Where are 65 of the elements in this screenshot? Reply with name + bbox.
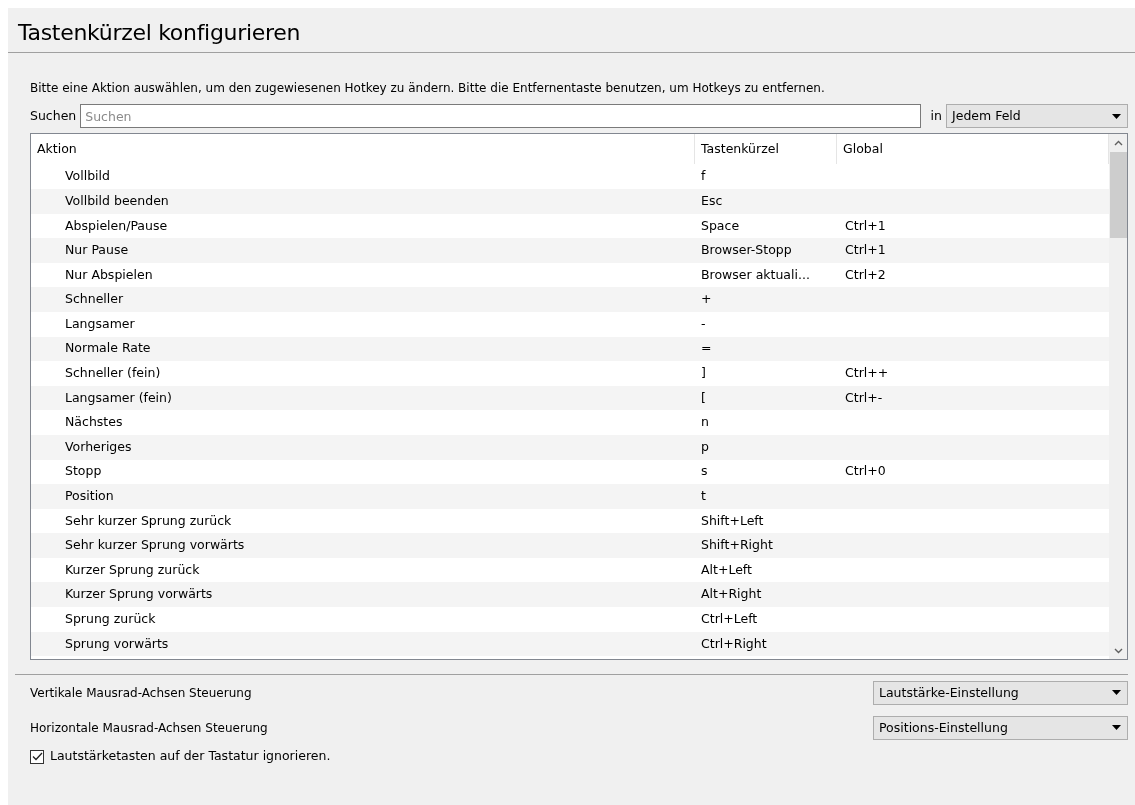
scrollbar[interactable]	[1109, 134, 1127, 660]
table-cell-text: Space	[700, 216, 741, 235]
table-cell-text: Ctrl+1	[844, 241, 887, 260]
table-cell-text: Shift+Right	[700, 536, 774, 555]
table-cell-text: Stopp	[64, 462, 103, 481]
page-title: Tastenkürzel konfigurieren	[8, 8, 1135, 54]
dropdown[interactable]: Jedem Feld	[946, 104, 1128, 129]
table-cell-text: Shift+Left	[700, 511, 765, 530]
table-cell-text: Esc	[700, 191, 724, 210]
table-cell-text: Ctrl+1	[844, 216, 887, 235]
caret-icon	[1112, 690, 1121, 696]
table-cell-text: Vollbild beenden	[64, 191, 170, 210]
table-cell-text: Kurzer Sprung zurück	[64, 560, 201, 579]
table-cell-text: Ctrl+Left	[700, 610, 759, 628]
table-cell-text: Sehr kurzer Sprung vorwärts	[64, 536, 246, 555]
table-cell-text: p	[700, 437, 710, 456]
table-cell-text: Sprung zurück	[64, 610, 157, 628]
table-cell-text: Sprung vorwärts	[64, 634, 170, 653]
table-cell-text: Langsamer (fein)	[64, 388, 173, 407]
table-cell-text: Sehr kurzer Sprung zurück	[64, 511, 233, 530]
table-cell-text: Alt+Right	[700, 585, 763, 604]
table-cell-text: Vollbild	[64, 167, 111, 186]
in-label: in	[930, 107, 942, 125]
table-cell-text: Schneller	[64, 290, 125, 309]
table-cell-text: Schneller (fein)	[64, 364, 162, 383]
table-cell-text: Kurzer Sprung vorwärts	[64, 585, 214, 604]
table-cell-text: Nur Abspielen	[64, 265, 154, 284]
table-cell-text: Ctrl++	[844, 364, 890, 383]
caret-icon	[1112, 725, 1121, 731]
table-cell-text: Vorheriges	[64, 437, 133, 456]
setting-label: Vertikale Mausrad-Achsen Steuerung	[30, 684, 252, 702]
table-cell-text: Abspielen/Pause	[64, 216, 169, 235]
table-cell-text: ]	[700, 364, 707, 383]
table-cell-text: Ctrl+0	[844, 462, 887, 481]
table-cell-text: Ctrl+Right	[700, 634, 768, 653]
table-cell-text: f	[700, 167, 707, 186]
dropdown[interactable]: Lautstärke-Einstellung	[873, 680, 1128, 705]
table-cell-text: n	[700, 413, 710, 432]
table-cell-text: Browser aktuali...	[700, 265, 811, 284]
table-cell-text: Nur Pause	[64, 241, 130, 260]
table-cell-text: +	[700, 290, 713, 309]
dropdown[interactable]: Positions-Einstellung	[873, 715, 1128, 740]
table-cell-text: t	[700, 487, 707, 506]
column-header[interactable]: Aktion	[31, 134, 695, 165]
search-field[interactable]: Suchen	[80, 104, 921, 129]
table-cell-text: Browser-Stopp	[700, 241, 793, 260]
checkbox-label: Lautstärketasten auf der Tastatur ignorieren.	[50, 747, 331, 766]
table-cell-text: Ctrl+-	[844, 388, 884, 407]
table-cell-text: =	[700, 339, 713, 358]
table-cell-text: Alt+Left	[700, 560, 753, 579]
table-cell-text: Normale Rate	[64, 339, 152, 358]
column-header[interactable]: Tastenkürzel	[695, 134, 837, 165]
checkbox[interactable]	[30, 749, 44, 764]
table-cell-text: [	[700, 388, 707, 407]
table-cell-text: Langsamer	[64, 314, 136, 333]
search-label: Suchen	[30, 107, 77, 125]
description-text: Bitte eine Aktion auswählen, um den zugewiesenen Hotkey zu ändern. Bitte die Entfernentaste benutzen, um Hotkeys zu entfernen.	[30, 80, 826, 98]
setting-label: Horizontale Mausrad-Achsen Steuerung	[30, 719, 268, 737]
scroll-thumb[interactable]	[1109, 152, 1127, 239]
table-cell-text: Nächstes	[64, 413, 124, 432]
table-cell-text: -	[700, 314, 707, 333]
table-cell-text: s	[700, 462, 709, 481]
table-cell-text: Ctrl+2	[844, 265, 887, 284]
table-cell-text: Position	[64, 487, 115, 506]
caret-icon	[1112, 113, 1121, 119]
